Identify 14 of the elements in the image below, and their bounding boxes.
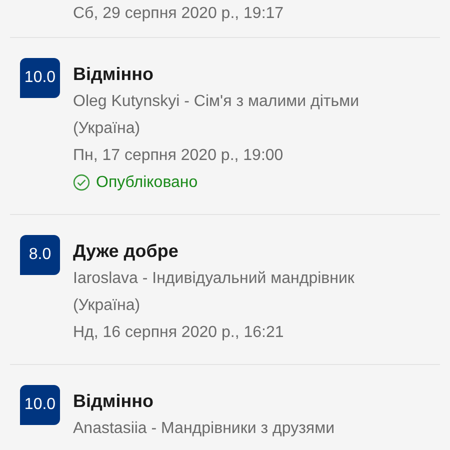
score-badge: 10.0	[20, 385, 60, 425]
score-badge: 8.0	[20, 235, 60, 275]
reviewer-info: Oleg Kutynskyi - Сім'я з малими дітьми (Україна)	[73, 92, 360, 139]
score-badge: 10.0	[20, 58, 60, 98]
reviewer-info: Anastasiia - Мандрівники з друзями	[73, 419, 336, 439]
status-label: Опубліковано	[96, 173, 198, 193]
review-title: Дуже добре	[73, 240, 180, 263]
reviewer-info: Iaroslava - Індивідуальний мандрівник (Україна)	[73, 269, 356, 316]
review-date: Пн, 17 серпня 2020 р., 19:00	[73, 146, 284, 166]
review-title: Відмінно	[73, 63, 154, 86]
review-title: Відмінно	[73, 390, 154, 413]
check-circle-icon	[73, 174, 90, 191]
review-date: Нд, 16 серпня 2020 р., 16:21	[73, 323, 285, 343]
review-date: Сб, 29 серпня 2020 р., 19:17	[73, 4, 284, 24]
